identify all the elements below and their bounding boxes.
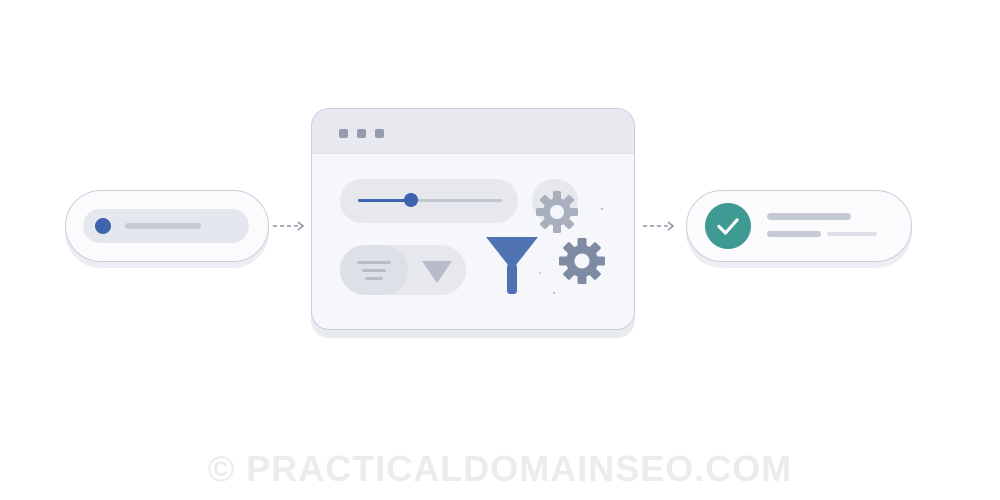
slider-fill <box>358 199 412 202</box>
flow-diagram: © PRACTICALDOMAINSEO.COM <box>0 0 1000 500</box>
placeholder-line <box>125 223 201 229</box>
watermark: © PRACTICALDOMAINSEO.COM <box>207 448 793 489</box>
arrow-icon <box>273 221 305 231</box>
output-node <box>686 190 912 262</box>
result-line <box>827 232 877 236</box>
dot-icon <box>95 218 111 234</box>
triangle-icon[interactable] <box>420 259 454 285</box>
align-option[interactable] <box>340 245 408 295</box>
window-titlebar <box>312 109 634 154</box>
checkmark-icon <box>717 218 739 235</box>
input-node <box>65 190 269 262</box>
result-line <box>767 231 821 237</box>
segmented-control[interactable] <box>340 245 466 295</box>
align-lines-icon <box>357 261 391 264</box>
slider[interactable] <box>340 179 518 223</box>
window-control-dot <box>375 129 384 138</box>
window-control-dot <box>357 129 366 138</box>
arrow-icon <box>643 221 675 231</box>
input-field-placeholder <box>83 209 249 243</box>
processor-window <box>311 108 635 330</box>
sparkle-dots <box>539 207 604 295</box>
result-line <box>767 213 851 220</box>
slider-handle[interactable] <box>404 193 419 207</box>
checkmark-badge <box>705 203 751 249</box>
window-control-dot <box>339 129 348 138</box>
